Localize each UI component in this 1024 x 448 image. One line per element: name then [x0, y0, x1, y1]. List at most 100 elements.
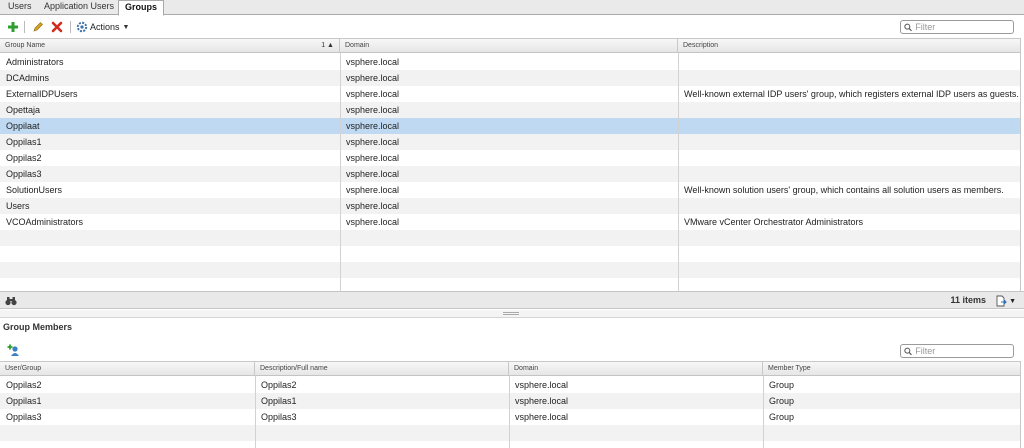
export-icon	[996, 295, 1007, 307]
cell-description: VMware vCenter Orchestrator Administrato…	[684, 217, 864, 227]
item-count: 11 items	[950, 295, 986, 305]
table-row[interactable]: Opettaja vsphere.local	[0, 102, 1021, 118]
groups-grid-footer: 11 items ▼	[0, 291, 1024, 309]
edit-group-button[interactable]	[32, 20, 44, 34]
column-header-description[interactable]: Description	[678, 39, 1021, 53]
groups-toolbar: Actions ▼	[0, 16, 1024, 38]
column-header-group-name[interactable]: Group Name 1 ▲	[0, 39, 340, 53]
table-row[interactable]: Users vsphere.local	[0, 198, 1021, 214]
cell-name: Oppilas3	[6, 169, 42, 179]
cell-name: VCOAdministrators	[6, 217, 84, 227]
toolbar-separator	[24, 21, 25, 33]
sort-ascending-icon: 1 ▲	[321, 42, 334, 49]
cell-description	[678, 102, 1021, 118]
cell-name: SolutionUsers	[6, 185, 63, 195]
cell-domain: vsphere.local	[346, 217, 400, 227]
tab-bar: Users Application Users Groups	[0, 0, 1024, 16]
table-row[interactable]: Oppilas1 vsphere.local	[0, 134, 1021, 150]
search-icon	[904, 347, 912, 355]
group-members-table: User/Group Description/Full name Domain …	[0, 361, 1021, 448]
cell-type: Group	[769, 396, 795, 406]
cell-domain: vsphere.local	[346, 153, 400, 163]
table-row[interactable]: SolutionUsers vsphere.local Well-known sol…	[0, 182, 1021, 198]
cell-domain: vsphere.local	[515, 412, 569, 422]
column-divider	[255, 376, 256, 448]
cell-domain: vsphere.local	[346, 57, 400, 67]
groups-table: Group Name 1 ▲ Domain Description Admini…	[0, 38, 1021, 292]
column-header-member-type[interactable]: Member Type	[763, 362, 1021, 376]
empty-row	[0, 425, 1021, 441]
cell-description: Well-known solution users' group, which …	[684, 185, 1004, 195]
column-header-description-full-name[interactable]: Description/Full name	[255, 362, 509, 376]
table-row[interactable]: Oppilas2 Oppilas2 vsphere.local Group	[0, 377, 1021, 393]
grid-right-border	[1020, 362, 1021, 448]
cell-domain: vsphere.local	[346, 185, 400, 195]
cell-domain: vsphere.local	[515, 380, 569, 390]
grid-right-border	[1020, 39, 1021, 292]
add-member-icon	[7, 344, 19, 356]
column-header-domain[interactable]: Domain	[340, 39, 678, 53]
column-header-domain[interactable]: Domain	[509, 362, 763, 376]
actions-gear-icon	[76, 21, 88, 33]
table-row[interactable]: Administrators vsphere.local	[0, 54, 1021, 70]
cell-description	[678, 70, 1021, 86]
cell-name: Opettaja	[6, 105, 41, 115]
actions-menu-button[interactable]: Actions ▼	[76, 20, 129, 34]
add-group-button[interactable]	[7, 20, 19, 34]
toolbar-separator	[70, 21, 71, 33]
table-row[interactable]: Oppilas3 vsphere.local	[0, 166, 1021, 182]
column-header-user-group[interactable]: User/Group	[0, 362, 255, 376]
cell-domain: vsphere.local	[346, 89, 400, 99]
cell-domain: vsphere.local	[346, 105, 400, 115]
export-button[interactable]: ▼	[995, 295, 1016, 307]
table-row[interactable]: Oppilas2 vsphere.local	[0, 150, 1021, 166]
cell-description	[678, 198, 1021, 214]
cell-description	[678, 54, 1021, 70]
cell-name: ExternalIDPUsers	[6, 89, 78, 99]
table-row[interactable]: ExternalIDPUsers vsphere.local Well-known …	[0, 86, 1021, 102]
cell-type: Group	[769, 380, 795, 390]
cell-domain: vsphere.local	[346, 137, 400, 147]
cell-name: Oppilas1	[6, 137, 42, 147]
table-row[interactable]: VCOAdministrators vsphere.local VMware vCe…	[0, 214, 1021, 230]
table-row[interactable]: DCAdmins vsphere.local	[0, 70, 1021, 86]
groups-filter[interactable]	[900, 20, 1014, 34]
members-filter[interactable]	[900, 344, 1014, 358]
add-member-button[interactable]	[7, 344, 20, 359]
add-icon	[8, 22, 18, 32]
cell-description	[678, 150, 1021, 166]
cell-name: Users	[6, 201, 30, 211]
cell-fullname: Oppilas2	[261, 380, 297, 390]
binoculars-icon[interactable]	[5, 296, 17, 306]
cell-user: Oppilas3	[6, 412, 42, 422]
cell-description	[678, 166, 1021, 182]
members-filter-input[interactable]	[912, 346, 1013, 356]
cell-domain: vsphere.local	[346, 121, 400, 131]
chevron-down-icon: ▼	[122, 23, 130, 31]
table-row[interactable]: Oppilas1 Oppilas1 vsphere.local Group	[0, 393, 1021, 409]
splitter-grip-icon	[503, 312, 519, 315]
cell-user: Oppilas2	[6, 380, 42, 390]
table-row[interactable]: Oppilaat vsphere.local	[0, 118, 1021, 134]
cell-description: Well-known external IDP users' group, wh…	[684, 89, 1019, 99]
tab-users[interactable]: Users	[2, 0, 38, 15]
panel-splitter[interactable]	[0, 310, 1024, 318]
groups-filter-input[interactable]	[912, 22, 1013, 32]
cell-fullname: Oppilas3	[261, 412, 297, 422]
group-members-title: Group Members	[3, 322, 73, 332]
edit-icon	[33, 22, 43, 32]
tab-groups[interactable]: Groups	[118, 0, 165, 16]
column-divider	[509, 376, 510, 448]
members-table-header: User/Group Description/Full name Domain …	[0, 362, 1021, 376]
column-divider	[763, 376, 764, 448]
table-row[interactable]: Oppilas3 Oppilas3 vsphere.local Group	[0, 409, 1021, 425]
cell-user: Oppilas1	[6, 396, 42, 406]
empty-row	[0, 441, 1021, 448]
cell-description	[678, 134, 1021, 150]
empty-row	[0, 246, 1021, 262]
column-divider	[678, 53, 679, 292]
column-divider	[340, 53, 341, 292]
tab-application-users[interactable]: Application Users	[38, 0, 120, 15]
empty-row	[0, 230, 1021, 246]
delete-group-button[interactable]	[51, 20, 63, 34]
